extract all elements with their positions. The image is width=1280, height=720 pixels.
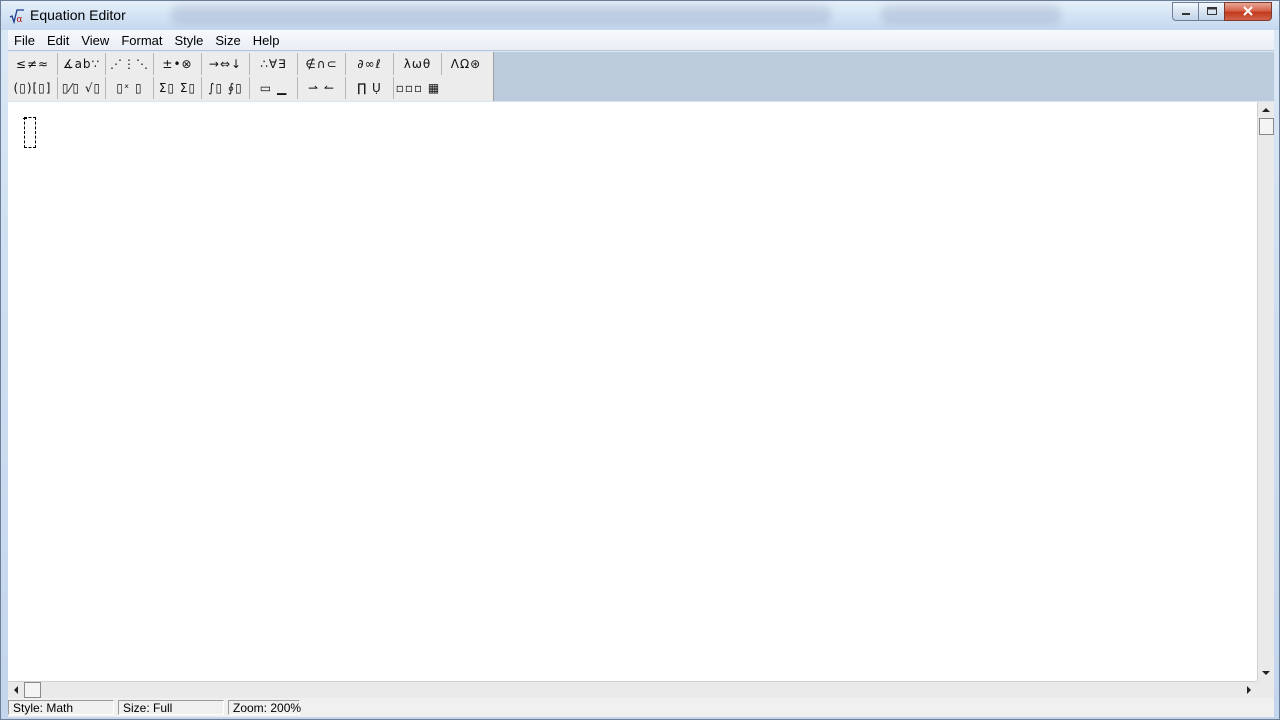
integral-templates-button[interactable]: ∫▯ ∮▯ (202, 77, 250, 99)
template-palette-row: (▯)[▯] ▯⁄▯ √▯ ▯ˣ ▯ Σ▯ Σ▯ ∫▯ ∮▯ ▭ ▁ ⇀ ↼ ∏… (8, 77, 442, 101)
horizontal-scrollbar[interactable] (8, 681, 1257, 698)
close-icon (1242, 4, 1254, 19)
empty-slot-placeholder[interactable] (23, 117, 36, 148)
summation-templates-button[interactable]: Σ▯ Σ▯ (154, 77, 202, 99)
equation-editor-window: α Equation Editor File Edit View Format … (0, 0, 1280, 720)
symbol-palette-row: ≤≠≈ ∡ab∵ ⋰⋮⋱ ±•⊗ →⇔↓ ∴∀∃ ∉∩⊂ ∂∞ℓ λωθ ΛΩ⊛ (8, 53, 490, 77)
sqrt-alpha-icon: α (9, 8, 25, 25)
fence-templates-button[interactable]: (▯)[▯] (8, 77, 58, 99)
horizontal-scroll-thumb[interactable] (24, 682, 41, 698)
menu-style[interactable]: Style (168, 31, 209, 50)
close-button[interactable] (1224, 2, 1272, 21)
restore-icon (1206, 4, 1218, 19)
title-bar[interactable]: α Equation Editor (1, 1, 1279, 30)
scroll-down-arrow-icon[interactable] (1258, 665, 1274, 681)
symbol-palette: ≤≠≈ ∡ab∵ ⋰⋮⋱ ±•⊗ →⇔↓ ∴∀∃ ∉∩⊂ ∂∞ℓ λωθ ΛΩ⊛… (8, 52, 494, 101)
set-theory-symbols-button[interactable]: ∉∩⊂ (298, 53, 346, 75)
scroll-up-arrow-icon[interactable] (1258, 102, 1274, 118)
subscript-superscript-templates-button[interactable]: ▯ˣ ▯ (106, 77, 154, 99)
menu-help[interactable]: Help (247, 31, 286, 50)
resize-grip-icon[interactable] (1257, 681, 1274, 698)
menu-file[interactable]: File (8, 31, 41, 50)
status-style: Style: Math (8, 700, 114, 715)
minimize-button[interactable] (1172, 2, 1199, 21)
menu-bar: File Edit View Format Style Size Help (8, 30, 1274, 51)
scroll-right-arrow-icon[interactable] (1241, 682, 1257, 698)
spaces-ellipses-button[interactable]: ∡ab∵ (58, 53, 106, 75)
menu-view[interactable]: View (75, 31, 115, 50)
menu-edit[interactable]: Edit (41, 31, 75, 50)
svg-text:α: α (17, 15, 23, 24)
status-bar: Style: Math Size: Full Zoom: 200% (8, 698, 1274, 717)
toolbar: ≤≠≈ ∡ab∵ ⋰⋮⋱ ±•⊗ →⇔↓ ∴∀∃ ∉∩⊂ ∂∞ℓ λωθ ΛΩ⊛… (8, 52, 1274, 101)
greek-lowercase-button[interactable]: λωθ (394, 53, 442, 75)
logical-symbols-button[interactable]: ∴∀∃ (250, 53, 298, 75)
vertical-scrollbar[interactable] (1257, 102, 1274, 681)
minimize-icon (1181, 4, 1191, 19)
menu-size[interactable]: Size (209, 31, 246, 50)
miscellaneous-symbols-button[interactable]: ∂∞ℓ (346, 53, 394, 75)
greek-uppercase-button[interactable]: ΛΩ⊛ (442, 53, 490, 75)
status-size: Size: Full (118, 700, 224, 715)
arrow-symbols-button[interactable]: →⇔↓ (202, 53, 250, 75)
matrix-templates-button[interactable]: ▫▫▫ ▦ (394, 77, 442, 99)
status-zoom: Zoom: 200% (228, 700, 301, 715)
equation-canvas[interactable] (8, 102, 1257, 681)
window-title: Equation Editor (30, 7, 126, 23)
menu-format[interactable]: Format (115, 31, 168, 50)
relational-symbols-button[interactable]: ≤≠≈ (8, 53, 58, 75)
products-set-theory-templates-button[interactable]: ∏ Ụ (346, 77, 394, 99)
scroll-left-arrow-icon[interactable] (8, 682, 24, 698)
vertical-scroll-thumb[interactable] (1259, 118, 1274, 135)
operator-symbols-button[interactable]: ±•⊗ (154, 53, 202, 75)
restore-button[interactable] (1198, 2, 1225, 21)
fraction-radical-templates-button[interactable]: ▯⁄▯ √▯ (58, 77, 106, 99)
labeled-arrow-templates-button[interactable]: ⇀ ↼ (298, 77, 346, 99)
embellishments-button[interactable]: ⋰⋮⋱ (106, 53, 154, 75)
underbar-overbar-templates-button[interactable]: ▭ ▁ (250, 77, 298, 99)
